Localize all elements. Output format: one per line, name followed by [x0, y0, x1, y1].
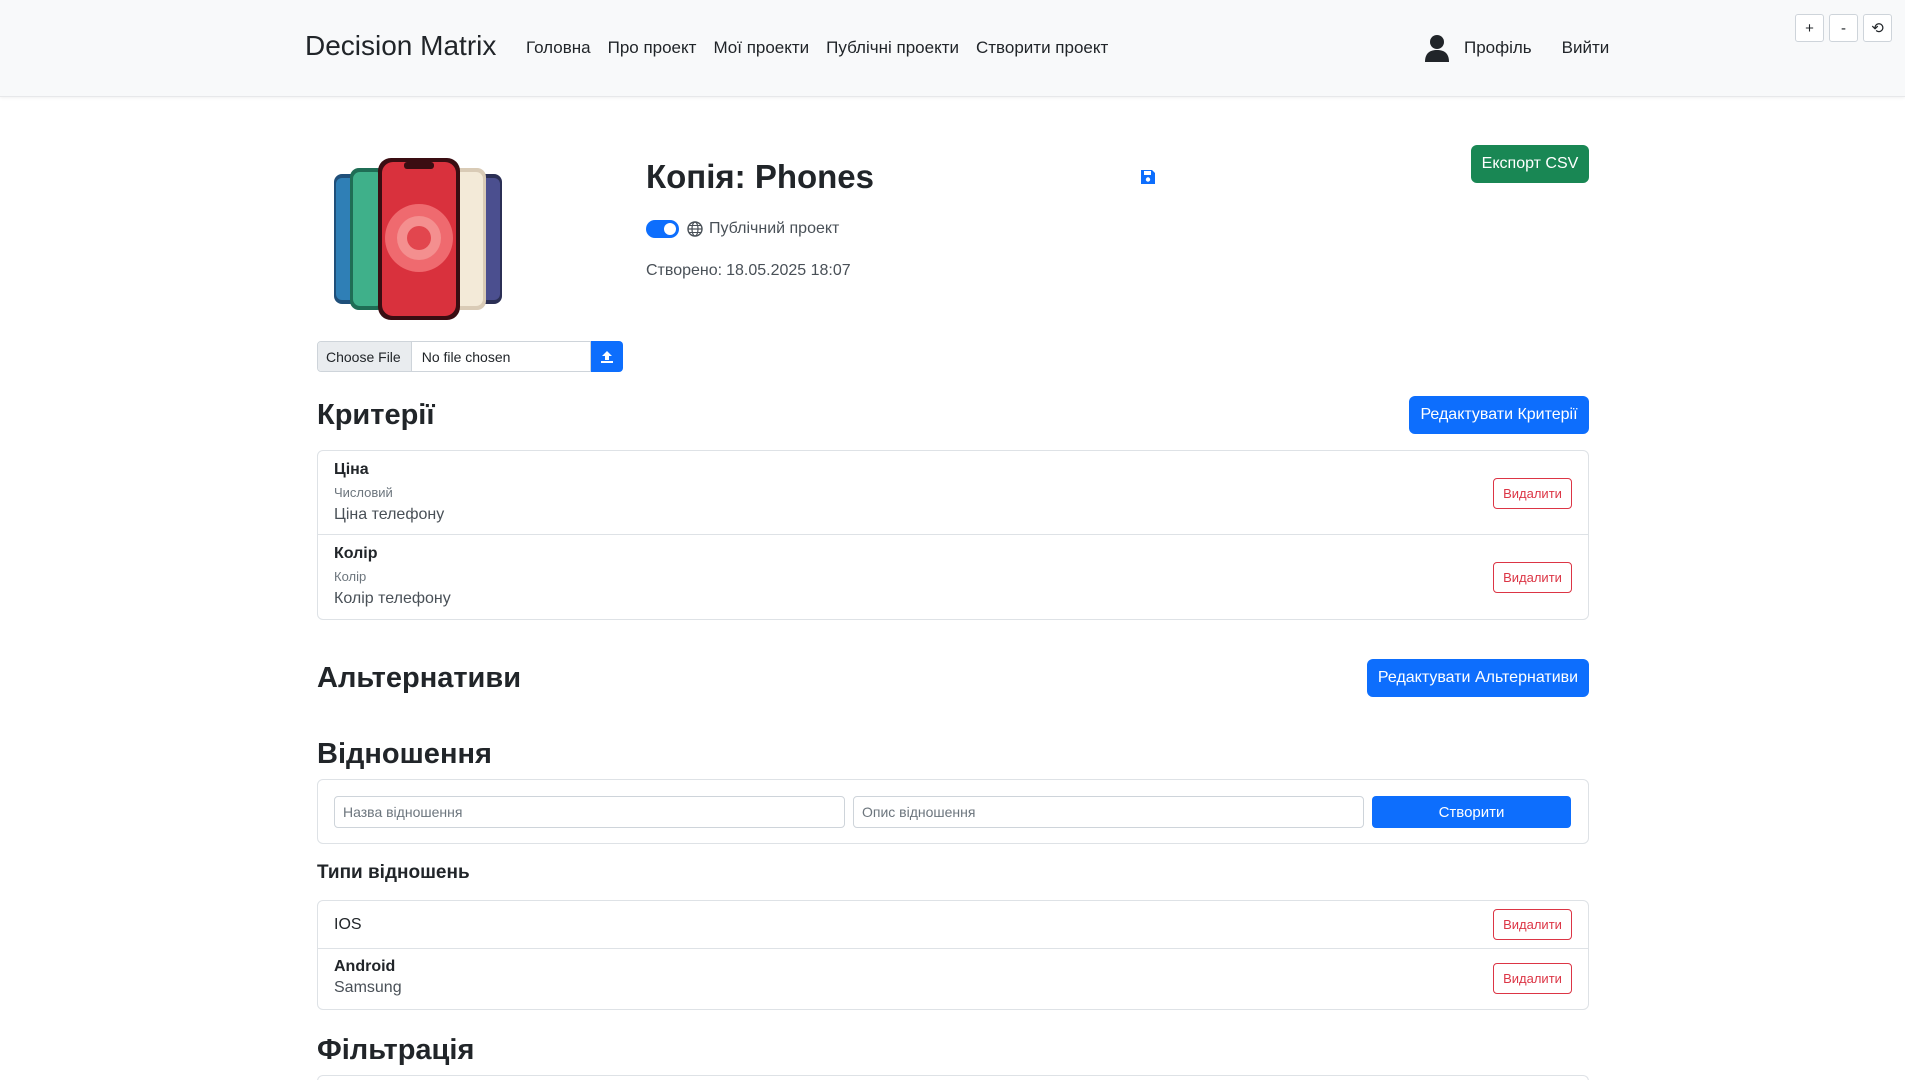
relations-title: Відношення — [317, 738, 492, 770]
delete-relation-button[interactable]: Видалити — [1493, 909, 1572, 940]
nav-user-area: Профіль Вийти — [1424, 34, 1609, 62]
created-date: Створено: 18.05.2025 18:07 — [646, 262, 851, 280]
navbar: Decision Matrix Головна Про проект Мої п… — [0, 0, 1905, 97]
public-toggle-switch[interactable] — [646, 220, 679, 238]
criteria-type: Числовий — [334, 485, 393, 500]
public-label: Публічний проект — [709, 220, 840, 237]
nav-link-public-projects[interactable]: Публічні проекти — [826, 38, 959, 58]
nav-profile-link[interactable]: Профіль — [1464, 38, 1532, 58]
criteria-name: Колір — [334, 545, 378, 562]
filter-panel — [317, 1075, 1589, 1080]
alternatives-title: Альтернативи — [317, 662, 522, 694]
project-phone-image — [334, 158, 502, 320]
relation-type-name: IOS — [334, 916, 362, 933]
relation-type-name: Android — [334, 958, 396, 975]
export-csv-button[interactable]: Експорт CSV — [1471, 145, 1589, 183]
criteria-list: Ціна Числовий Ціна телефону Видалити Кол… — [317, 450, 1589, 620]
file-input[interactable]: Choose File No file chosen — [317, 341, 591, 372]
delete-relation-button[interactable]: Видалити — [1493, 963, 1572, 994]
upload-icon — [601, 350, 613, 363]
create-relation-button[interactable]: Створити — [1372, 796, 1571, 828]
relation-types-list: IOS Видалити Android Samsung Видалити — [317, 900, 1589, 1010]
delete-criteria-button[interactable]: Видалити — [1493, 478, 1572, 509]
nav-links: Головна Про проект Мої проекти Публічні … — [526, 38, 1108, 58]
brand-logo[interactable]: Decision Matrix — [305, 30, 496, 62]
criteria-type: Колір — [334, 569, 367, 584]
nav-link-create-project[interactable]: Створити проект — [976, 38, 1108, 58]
relation-type-description: Samsung — [334, 979, 402, 996]
created-label: Створено: — [646, 262, 723, 279]
edit-alternatives-button[interactable]: Редактувати Альтернативи — [1367, 659, 1589, 697]
relation-create-form: Назва відношення Опис відношення Створит… — [317, 779, 1589, 844]
criteria-description: Колір телефону — [334, 590, 451, 607]
relation-types-title: Типи відношень — [317, 862, 470, 883]
zoom-out-button[interactable]: - — [1829, 14, 1858, 42]
project-title: Копія: Phones — [646, 158, 875, 195]
file-status: No file chosen — [421, 348, 511, 365]
relation-type-item: Android Samsung Видалити — [318, 949, 1588, 1009]
file-upload-row: Choose File No file chosen — [317, 341, 623, 372]
criteria-description: Ціна телефону — [334, 506, 445, 523]
relation-type-item: IOS Видалити — [318, 901, 1588, 949]
criteria-item: Ціна Числовий Ціна телефону Видалити — [318, 451, 1588, 535]
choose-file-button[interactable]: Choose File — [318, 342, 412, 371]
edit-criteria-button[interactable]: Редактувати Критерії — [1409, 396, 1589, 434]
created-value: 18.05.2025 18:07 — [726, 262, 851, 279]
globe-icon — [687, 221, 703, 237]
relation-description-input[interactable]: Опис відношення — [853, 796, 1364, 828]
zoom-in-button[interactable]: + — [1795, 14, 1824, 42]
nav-link-about[interactable]: Про проект — [608, 38, 697, 58]
public-toggle-row: Публічний проект — [646, 220, 839, 238]
nav-logout-link[interactable]: Вийти — [1562, 38, 1610, 58]
relation-name-input[interactable]: Назва відношення — [334, 796, 845, 828]
nav-link-my-projects[interactable]: Мої проекти — [713, 38, 809, 58]
delete-criteria-button[interactable]: Видалити — [1493, 562, 1572, 593]
user-icon — [1425, 35, 1449, 62]
criteria-item: Колір Колір Колір телефону Видалити — [318, 535, 1588, 619]
upload-button[interactable] — [591, 341, 623, 372]
zoom-reset-button[interactable]: ⟲ — [1863, 14, 1892, 42]
criteria-title: Критерії — [317, 399, 435, 431]
save-icon[interactable] — [1140, 169, 1156, 185]
filter-title: Фільтрація — [317, 1034, 475, 1066]
nav-link-home[interactable]: Головна — [526, 38, 591, 58]
zoom-controls: + - ⟲ — [1795, 14, 1892, 42]
criteria-name: Ціна — [334, 461, 369, 478]
